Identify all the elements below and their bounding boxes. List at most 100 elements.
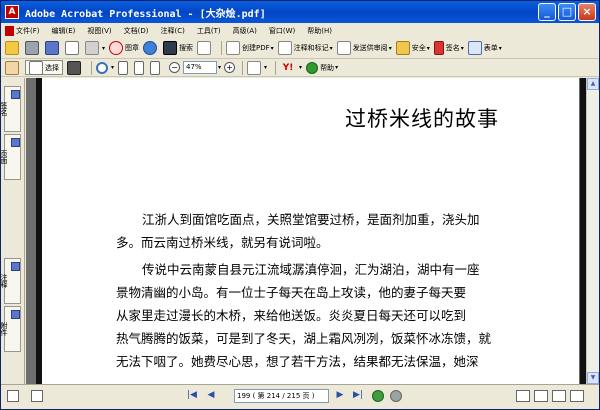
chevron-down-icon: ▾ bbox=[102, 44, 106, 52]
paragraph-1: 江浙人到面馆吃面点，关照堂馆要过桥，是面剂加重，浇头加 多。而云南过桥米线，就另… bbox=[116, 208, 516, 254]
menu-window[interactable]: 窗口(W) bbox=[269, 26, 295, 36]
menu-help[interactable]: 帮助(H) bbox=[307, 26, 332, 36]
window-title: Adobe Acrobat Professional - [大杂烩.pdf] bbox=[25, 9, 266, 20]
text-line: 江浙人到面馆吃面点，关照堂馆要过桥，是面剂加重，浇头加 bbox=[142, 212, 480, 227]
tab-comments[interactable]: 注释 bbox=[0, 258, 21, 304]
facing-icon[interactable] bbox=[552, 390, 566, 402]
chevron-down-icon: ▾ bbox=[270, 44, 274, 52]
acrobat-icon: A bbox=[5, 5, 19, 19]
save-button[interactable] bbox=[45, 41, 61, 55]
chevron-down-icon: ▾ bbox=[426, 44, 430, 52]
paragraph-2: 传说中云南蒙自县元江流域潺滇停洄，汇为湖泊，湖中有一座 景物清幽的小岛。有一位士… bbox=[116, 258, 516, 373]
text-line: 从家里走过漫长的木桥，来给他送饭。炎炎夏日每天还可以吃到 bbox=[116, 308, 467, 323]
select-tool-button[interactable]: 选择 bbox=[25, 60, 63, 75]
continuous-icon[interactable] bbox=[534, 390, 548, 402]
minimize-button[interactable]: _ bbox=[538, 3, 556, 21]
text-line: 热气腾腾的饭菜，可是到了冬天，湖上霜风冽冽，饭菜怀冰冻馈，就 bbox=[116, 331, 492, 346]
search-button[interactable]: 搜索 bbox=[163, 41, 193, 55]
menu-tools[interactable]: 工具(T) bbox=[197, 26, 221, 36]
menu-document[interactable]: 文档(D) bbox=[124, 26, 149, 36]
chevron-down-icon: ▾ bbox=[299, 64, 303, 71]
organizer-icon bbox=[197, 41, 212, 55]
forms-button[interactable]: 表单 ▾ bbox=[467, 41, 502, 55]
menu-file[interactable]: 文件(F) bbox=[5, 25, 40, 36]
next-page-button[interactable]: ▶ bbox=[334, 390, 346, 400]
fit-page-icon bbox=[134, 60, 145, 75]
fit-width-button[interactable] bbox=[150, 60, 162, 75]
zoom-out-button[interactable]: − bbox=[169, 62, 181, 73]
single-page-icon[interactable] bbox=[516, 390, 530, 402]
acrobat-window: A Adobe Acrobat Professional - [大杂烩.pdf]… bbox=[0, 0, 600, 410]
scroll-up-arrow[interactable]: ▲ bbox=[587, 78, 599, 90]
page-number-field[interactable]: 199 ( 第 214 / 215 页 ) bbox=[234, 389, 329, 403]
previous-view-button[interactable] bbox=[372, 390, 384, 402]
next-view-button[interactable] bbox=[390, 390, 402, 402]
tab-signatures[interactable]: 签名 bbox=[0, 86, 21, 132]
print-button[interactable] bbox=[25, 41, 41, 55]
rotate-button[interactable]: ▾ bbox=[247, 60, 268, 75]
menu-comments[interactable]: 注释(C) bbox=[161, 26, 185, 36]
toolbar-separator bbox=[242, 60, 244, 75]
actual-size-button[interactable] bbox=[118, 60, 130, 75]
continuous-facing-icon[interactable] bbox=[570, 390, 584, 402]
window-controls: _ □ × bbox=[538, 3, 596, 21]
zoom-tool-button[interactable]: ▾ bbox=[96, 61, 115, 74]
signature-icon bbox=[11, 90, 20, 99]
menu-bar: 文件(F) 编辑(E) 视图(V) 文档(D) 注释(C) 工具(T) 高级(A… bbox=[1, 23, 599, 38]
email-button[interactable] bbox=[65, 41, 81, 55]
text-line: 景物清幽的小岛。有一位士子每天在岛上攻读，他的妻子每天要 bbox=[116, 285, 467, 300]
pen-icon bbox=[433, 41, 444, 55]
menu-view[interactable]: 视图(V) bbox=[87, 26, 111, 36]
zoom-in-button[interactable]: + bbox=[224, 62, 236, 73]
zoom-level-input[interactable]: 47% bbox=[183, 61, 218, 74]
browser-button[interactable] bbox=[143, 41, 159, 55]
send-review-button[interactable]: 发送供审阅 ▾ bbox=[336, 41, 392, 55]
chevron-down-icon: ▾ bbox=[329, 44, 333, 52]
document-page[interactable]: 过桥米线的故事 江浙人到面馆吃面点，关照堂馆要过桥，是面剂加重，浇头加 多。而云… bbox=[42, 78, 579, 384]
page-size-icon[interactable] bbox=[31, 390, 43, 402]
toolbar-separator bbox=[91, 60, 92, 75]
camera-icon bbox=[67, 60, 81, 75]
tab-pages[interactable]: 页面 bbox=[0, 134, 21, 180]
secure-button[interactable]: 安全 ▾ bbox=[395, 41, 430, 55]
last-page-button[interactable]: ▶| bbox=[352, 390, 364, 400]
navigation-panel: 签名 页面 注释 附件 bbox=[0, 78, 25, 384]
hand-tool-button[interactable] bbox=[5, 60, 21, 75]
fit-width-icon bbox=[150, 60, 161, 75]
comment-icon bbox=[277, 41, 292, 55]
tab-attachments[interactable]: 附件 bbox=[0, 306, 21, 352]
vertical-scrollbar[interactable]: ▲ ▼ bbox=[586, 78, 599, 384]
snapshot-button[interactable] bbox=[67, 60, 83, 75]
maximize-button[interactable]: □ bbox=[558, 3, 576, 21]
yahoo-button[interactable]: Y! ▾ bbox=[280, 61, 302, 75]
menu-advanced[interactable]: 高级(A) bbox=[233, 26, 257, 36]
paperclip-icon bbox=[11, 310, 20, 319]
organizer-button[interactable] bbox=[197, 41, 213, 55]
previous-page-button[interactable]: ◀ bbox=[205, 390, 217, 400]
first-page-button[interactable]: |◀ bbox=[186, 390, 198, 400]
close-button[interactable]: × bbox=[578, 3, 596, 21]
attach-button[interactable]: ▾ bbox=[85, 41, 105, 55]
chevron-down-icon: ▾ bbox=[264, 64, 268, 71]
menu-edit[interactable]: 编辑(E) bbox=[52, 26, 76, 36]
chevron-down-icon: ▾ bbox=[111, 64, 115, 71]
fit-page-button[interactable] bbox=[134, 60, 146, 75]
create-pdf-button[interactable]: 创建PDF ▾ bbox=[226, 41, 274, 55]
show-navigation-icon[interactable] bbox=[7, 390, 19, 402]
sign-button[interactable]: 签名 ▾ bbox=[433, 41, 464, 55]
chevron-down-icon: ▾ bbox=[388, 44, 392, 52]
help-icon bbox=[306, 61, 319, 74]
text-line: 无法下咽了。她费尽心思，想了若干方法，结果都无法保温，她深 bbox=[116, 354, 479, 369]
comment-markup-button[interactable]: 注释和标记 ▾ bbox=[277, 41, 333, 55]
actual-size-icon bbox=[118, 60, 129, 75]
page-title: 过桥米线的故事 bbox=[345, 107, 499, 131]
scroll-down-arrow[interactable]: ▼ bbox=[587, 372, 599, 384]
stamp-button[interactable]: 图章 bbox=[109, 41, 139, 55]
help-button[interactable]: 帮助 ▾ bbox=[306, 61, 338, 74]
magnifier-icon bbox=[96, 61, 108, 74]
zoom-dropdown-icon[interactable]: ▾ bbox=[218, 64, 221, 71]
open-button[interactable] bbox=[5, 41, 21, 55]
yahoo-icon: Y! bbox=[282, 62, 294, 73]
folder-icon bbox=[5, 41, 19, 55]
document-viewport[interactable]: 过桥米线的故事 江浙人到面馆吃面点，关照堂馆要过桥，是面剂加重，浇头加 多。而云… bbox=[26, 78, 599, 384]
